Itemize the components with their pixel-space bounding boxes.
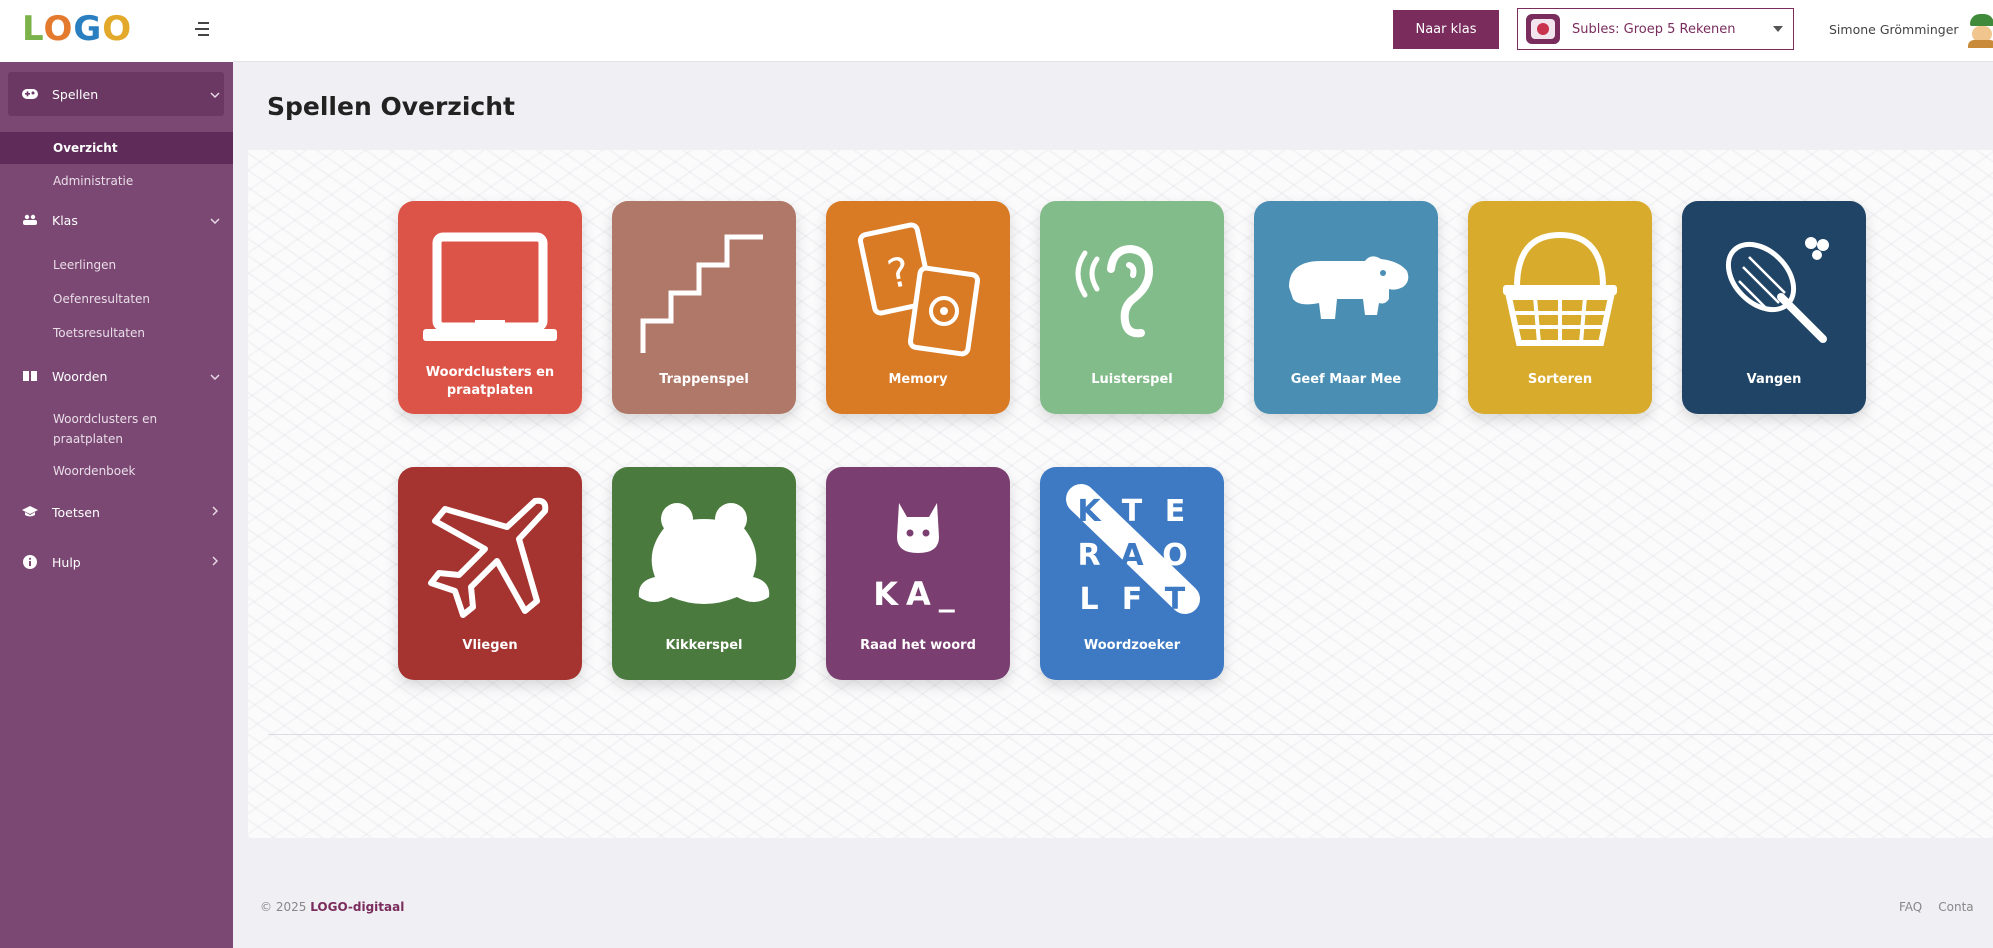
naar-klas-button[interactable]: Naar klas <box>1393 10 1499 49</box>
sidebar-group-hulp[interactable]: Hulp <box>8 540 224 584</box>
footer-link-contact[interactable]: Conta <box>1938 900 1973 914</box>
logo-letter: G <box>73 9 103 49</box>
sidebar: Spellen Overzicht Administratie Klas Lee… <box>0 62 233 948</box>
game-tile-label: Sorteren <box>1527 372 1593 387</box>
sidebar-group-klas[interactable]: Klas <box>8 198 224 242</box>
chevron-right-icon <box>206 555 224 569</box>
book-icon <box>22 369 38 383</box>
footer-copyright: © 2025 LOGO-digitaal <box>260 900 404 914</box>
page-title: Spellen Overzicht <box>267 92 515 121</box>
word-search-letter: O <box>1162 538 1188 573</box>
cat-word-icon: KA_ <box>826 481 1010 631</box>
chevron-down-icon <box>206 213 224 227</box>
game-tile-label: Geef Maar Mee <box>1290 372 1402 387</box>
game-tile-label: Vliegen <box>462 638 518 653</box>
game-tile-memory[interactable]: ? Memory <box>826 201 1010 414</box>
class-selector-label: Subles: Groep 5 Rekenen <box>1572 21 1736 37</box>
game-tile-woordzoeker[interactable]: K T E R A O L F T Woordzoeker <box>1040 467 1224 680</box>
chalkboard-icon <box>398 215 582 365</box>
word-search-letter: T <box>1122 494 1143 529</box>
sidebar-item-toetsresultaten[interactable]: Toetsresultaten <box>0 320 233 346</box>
game-tile-label: Raad het woord <box>860 638 976 653</box>
sidebar-item-leerlingen[interactable]: Leerlingen <box>0 252 233 278</box>
sidebar-item-oefenresultaten[interactable]: Oefenresultaten <box>0 286 233 312</box>
graduation-cap-icon <box>22 505 38 519</box>
game-tile-vliegen[interactable]: Vliegen <box>398 467 582 680</box>
sidebar-group-label: Spellen <box>52 86 99 102</box>
game-tile-label: Memory <box>888 372 948 387</box>
net-icon <box>1682 215 1866 365</box>
game-tile-luisterspel[interactable]: Luisterspel <box>1040 201 1224 414</box>
sidebar-item-woordenboek[interactable]: Woordenboek <box>0 458 233 484</box>
word-search-letter: A <box>1120 538 1144 573</box>
game-tile-woordclusters[interactable]: Woordclusters en praatplaten <box>398 201 582 414</box>
word-search-letter: L <box>1079 582 1098 617</box>
sidebar-group-toetsen[interactable]: Toetsen <box>8 490 224 534</box>
game-tile-geef-maar-mee[interactable]: Geef Maar Mee <box>1254 201 1438 414</box>
class-avatar-icon <box>1526 14 1560 44</box>
sidebar-group-label: Toetsen <box>52 504 100 520</box>
game-tile-label: Kikkerspel <box>665 638 743 653</box>
logo-letter: L <box>22 9 44 49</box>
card-divider <box>268 734 1993 735</box>
stairs-icon <box>612 215 796 365</box>
word-search-letter: R <box>1077 538 1100 573</box>
brand-area: LOGO <box>0 0 233 62</box>
word-search-letter: E <box>1165 494 1186 529</box>
footer-year: © 2025 <box>260 900 307 914</box>
caret-down-icon <box>1773 26 1783 32</box>
footer-links: FAQ Conta <box>1899 900 1974 914</box>
chevron-right-icon <box>206 505 224 519</box>
menu-toggle-icon[interactable] <box>192 18 212 40</box>
game-tile-vangen[interactable]: Vangen <box>1682 201 1866 414</box>
sidebar-group-spellen[interactable]: Spellen <box>8 72 224 116</box>
chevron-down-icon <box>206 87 224 101</box>
game-tile-label: Trappenspel <box>659 372 749 387</box>
logo-letter: O <box>102 9 133 49</box>
sidebar-item-woordclusters[interactable]: Woordclusters en praatplaten <box>0 406 233 452</box>
sidebar-group-label: Hulp <box>52 554 81 570</box>
hippo-icon <box>1254 215 1438 365</box>
game-tile-label: Woordclusters en praatplaten <box>425 365 555 398</box>
word-search-icon: K T E R A O L F T <box>1040 481 1224 631</box>
word-search-letter: T <box>1165 582 1186 617</box>
chevron-down-icon <box>206 369 224 383</box>
gamepad-icon <box>22 87 38 101</box>
sidebar-item-overzicht[interactable]: Overzicht <box>0 132 233 164</box>
sidebar-item-administratie[interactable]: Administratie <box>0 168 233 194</box>
class-selector-dropdown[interactable]: Subles: Groep 5 Rekenen <box>1517 8 1794 50</box>
user-name[interactable]: Simone Grömminger <box>1829 22 1959 37</box>
frog-icon <box>612 481 796 631</box>
svg-text:?: ? <box>883 249 913 298</box>
memory-cards-icon: ? <box>826 215 1010 365</box>
info-icon <box>22 555 38 569</box>
footer-brand-link[interactable]: LOGO-digitaal <box>310 900 404 914</box>
top-bar: LOGO Naar klas Subles: Groep 5 Rekenen S… <box>0 0 1993 62</box>
logo[interactable]: LOGO <box>22 10 132 48</box>
word-search-letter: F <box>1122 582 1143 617</box>
game-tile-label: Woordzoeker <box>1083 638 1181 653</box>
game-tile-label: Luisterspel <box>1091 372 1173 387</box>
game-tile-sorteren[interactable]: Sorteren <box>1468 201 1652 414</box>
logo-letter: O <box>43 9 74 49</box>
sidebar-group-label: Klas <box>52 212 78 228</box>
game-tile-label: Vangen <box>1746 372 1802 387</box>
ear-icon <box>1040 215 1224 365</box>
game-tile-raad-het-woord[interactable]: KA_ Raad het woord <box>826 467 1010 680</box>
users-icon <box>22 213 38 227</box>
game-tile-kikkerspel[interactable]: Kikkerspel <box>612 467 796 680</box>
user-avatar-icon[interactable] <box>1966 14 1993 48</box>
cat-word-text: KA_ <box>873 575 963 613</box>
sidebar-group-label: Woorden <box>52 368 108 384</box>
game-tile-trappenspel[interactable]: Trappenspel <box>612 201 796 414</box>
sidebar-group-woorden[interactable]: Woorden <box>8 354 224 398</box>
airplane-icon <box>398 481 582 631</box>
word-search-letter: K <box>1077 494 1102 529</box>
footer-link-faq[interactable]: FAQ <box>1899 900 1922 914</box>
basket-icon <box>1468 215 1652 365</box>
